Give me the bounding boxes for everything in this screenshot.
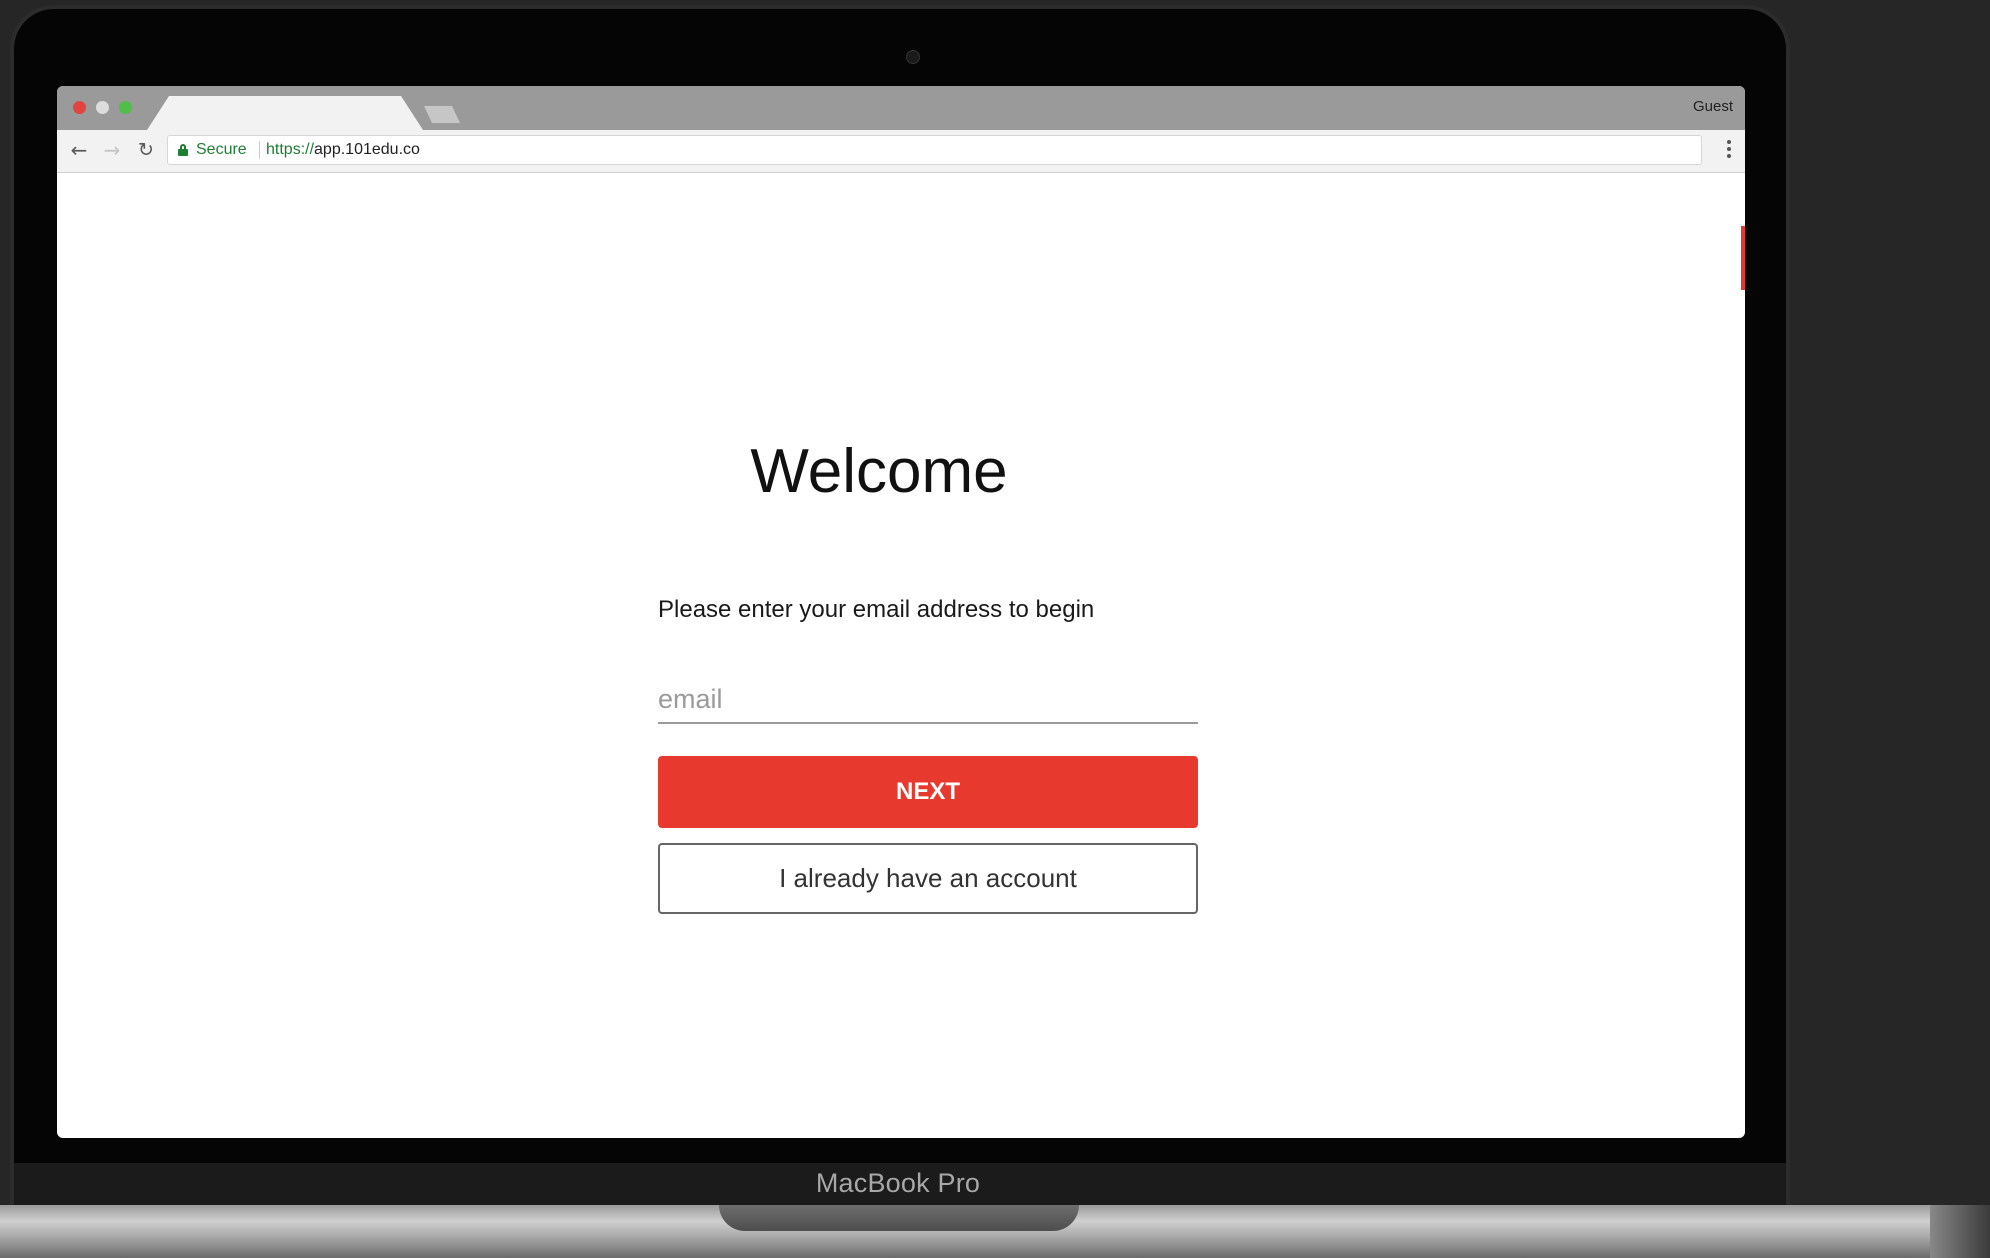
side-accent-bar: [1741, 226, 1745, 290]
arrow-left-icon[interactable]: ←: [67, 138, 91, 162]
reload-icon[interactable]: ↻: [134, 138, 158, 162]
laptop-notch: [719, 1205, 1079, 1231]
security-label: Secure: [196, 141, 247, 158]
next-button[interactable]: NEXT: [658, 756, 1198, 828]
browser-toolbar: ← → ↻ Secure https://app.101edu.co: [57, 130, 1745, 173]
device-brand-label: MacBook Pro: [815, 1168, 981, 1198]
page-title-text: Welcome: [750, 437, 1008, 506]
device-stage: Guest ← → ↻ Secure https://app.101edu.co…: [0, 0, 1990, 1258]
url-host: app.101edu.co: [314, 141, 420, 158]
window-minimize-button[interactable]: [96, 101, 109, 114]
window-close-button[interactable]: [73, 101, 86, 114]
address-divider: [259, 141, 260, 159]
more-vertical-icon[interactable]: [1727, 140, 1731, 160]
existing-account-button[interactable]: I already have an account: [658, 843, 1198, 914]
tab-strip: Guest: [57, 86, 1745, 130]
email-input[interactable]: [658, 676, 1198, 724]
url-scheme: https://: [266, 141, 315, 158]
address-bar[interactable]: Secure https://app.101edu.co: [167, 135, 1702, 165]
page-subtitle: Please enter your email address to begin: [658, 596, 1095, 623]
page-title: Welcome: [57, 436, 1745, 507]
browser-window: Guest ← → ↻ Secure https://app.101edu.co…: [57, 86, 1745, 1138]
lock-icon: [178, 144, 188, 156]
tab-active[interactable]: [147, 96, 423, 130]
profile-label[interactable]: Guest: [1693, 98, 1733, 115]
new-tab-button[interactable]: [424, 106, 460, 123]
arrow-right-icon[interactable]: →: [100, 138, 124, 162]
laptop-base-edge: [1930, 1205, 1990, 1258]
url-text[interactable]: https://app.101edu.co: [266, 141, 420, 159]
window-zoom-button[interactable]: [119, 101, 132, 114]
camera-icon: [906, 50, 920, 64]
